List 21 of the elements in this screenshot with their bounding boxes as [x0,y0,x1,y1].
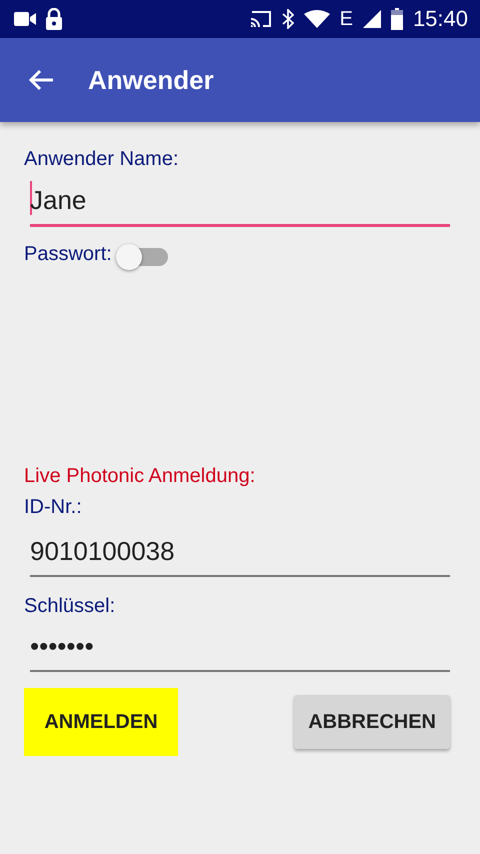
bluetooth-icon [282,9,294,29]
clock: 15:40 [412,6,468,32]
lock-icon [46,8,62,30]
password-switch[interactable] [116,243,168,271]
field-label: Schlüssel: [24,595,116,618]
cancel-button[interactable]: ABBRECHEN [294,695,450,749]
section-title: Live Photonic Anmeldung: [24,465,256,488]
key-field[interactable]: ••••••• [30,624,450,672]
battery-icon [390,8,403,30]
field-label: Passwort: [24,243,112,266]
network-type: E [340,8,353,30]
screen-title: Anwender [88,64,214,96]
signal-icon [362,10,381,28]
field-label: ID-Nr.: [24,496,82,519]
video-camera-icon [14,12,36,26]
id-field[interactable]: 9010100038 [30,529,450,577]
wifi-icon [304,10,330,28]
login-button[interactable]: ANMELDEN [24,688,178,756]
field-label: Anwender Name: [24,148,179,171]
back-arrow-icon[interactable] [28,69,54,91]
cast-icon [250,10,272,28]
